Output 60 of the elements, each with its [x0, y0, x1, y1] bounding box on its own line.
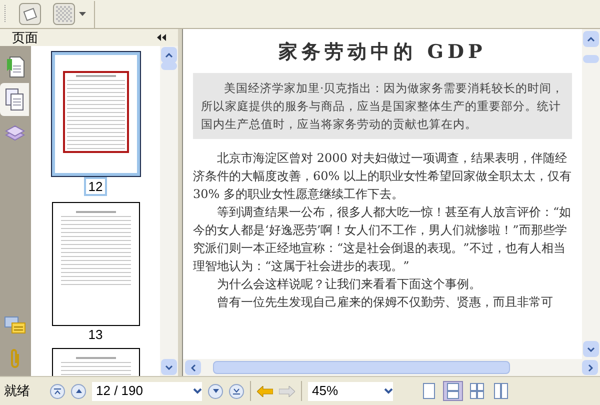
- speech-bubbles-icon: [4, 316, 26, 336]
- scroll-down-button[interactable]: [161, 359, 177, 375]
- tilted-page-icon: [23, 7, 37, 21]
- status-text: 就绪: [4, 382, 31, 400]
- chevron-up-icon: [165, 52, 173, 58]
- chevron-right-icon: [588, 364, 592, 372]
- pages-tab[interactable]: [0, 83, 29, 116]
- document-title: 家务劳动中的 GDP: [278, 41, 488, 63]
- layers-icon: [4, 123, 26, 143]
- scroll-thumb[interactable]: [213, 361, 510, 374]
- continuous-view-button[interactable]: [443, 381, 463, 401]
- body-paragraph: 等到调查结果一公布，很多人都大吃一惊！甚至有人放言评价：“如今的女人都是‘好逸恶劳’啊！女人们不工作，男人们就惨啦！”而那些学究派们则一本正经地宣称：“这是社会倒退的表现。”不过，也有人相当理智地认为：“这属于社会进步的表现。”: [193, 204, 572, 275]
- page-thumbnail[interactable]: [52, 202, 140, 326]
- dropdown-caret-icon[interactable]: [79, 12, 86, 16]
- page-label: 12: [84, 177, 107, 196]
- bookmark-page-icon: [4, 56, 24, 78]
- vertical-scrollbar[interactable]: [582, 29, 600, 359]
- grid-pages-icon: [470, 383, 484, 399]
- zoom-field[interactable]: 45%: [308, 382, 393, 400]
- page-label: 13: [87, 327, 104, 342]
- next-page-button[interactable]: [208, 384, 223, 398]
- stacked-pages-icon: [447, 383, 459, 399]
- scroll-thumb[interactable]: [583, 55, 599, 63]
- facing-view-button[interactable]: [467, 381, 487, 401]
- quote-box: 美国经济学家加里·贝克指出：因为做家务需要消耗较长的时间，所以家庭提供的服务与商品，应当是国家整体生产的重要部分。统计国内生产总值时，应当将家务劳动的贡献也算在内。: [193, 73, 572, 139]
- panel-title: 页面: [12, 31, 38, 44]
- chevron-down-icon: [165, 364, 173, 370]
- scroll-thumb[interactable]: [161, 62, 177, 70]
- scroll-left-button[interactable]: [185, 360, 201, 375]
- collapse-icon[interactable]: [157, 34, 166, 41]
- horizontal-scrollbar[interactable]: [183, 359, 600, 376]
- continuous-facing-view-button[interactable]: [491, 381, 511, 401]
- vertical-scrollbar[interactable]: [160, 46, 178, 376]
- single-page-icon: [423, 383, 435, 399]
- last-page-button[interactable]: [229, 384, 244, 398]
- last-page-icon: [233, 388, 240, 394]
- snapshot-button[interactable]: [19, 3, 41, 25]
- chevron-down-icon: [587, 346, 595, 352]
- two-columns-icon: [494, 383, 508, 399]
- pages-icon: [4, 88, 24, 112]
- body-paragraph: 北京市海淀区曾对 2000 对夫妇做过一项调查，结果表明，伴随经济条件的大幅度改善，60% 以上的职业女性希望回家做全职太太，仅有 30% 多的职业女性愿意继续工作下去。: [193, 150, 572, 203]
- scroll-up-button[interactable]: [583, 31, 599, 47]
- first-page-icon: [54, 388, 61, 394]
- scroll-up-button[interactable]: [161, 47, 177, 63]
- previous-page-button[interactable]: [71, 384, 86, 398]
- chevron-up-icon: [587, 36, 595, 42]
- grip-icon: [4, 4, 7, 24]
- dropdown-caret-icon[interactable]: [193, 388, 202, 394]
- chevron-left-icon: [190, 364, 196, 372]
- triangle-up-icon: [76, 389, 82, 393]
- first-page-button[interactable]: [50, 384, 65, 398]
- scroll-right-button[interactable]: [582, 360, 598, 375]
- body-paragraph: 为什么会这样说呢？让我们来看看下面这个事例。: [216, 276, 482, 293]
- body-paragraph: 曾有一位先生发现自己雇来的保姆不仅勤劳、贤惠，而且非常可: [216, 294, 554, 311]
- back-arrow-icon[interactable]: [257, 386, 273, 396]
- page-number-field[interactable]: 12 / 190: [92, 382, 202, 400]
- checkerboard-icon: [56, 6, 72, 22]
- dropdown-caret-icon[interactable]: [384, 388, 393, 394]
- scroll-down-button[interactable]: [583, 341, 599, 357]
- triangle-down-icon: [212, 389, 218, 393]
